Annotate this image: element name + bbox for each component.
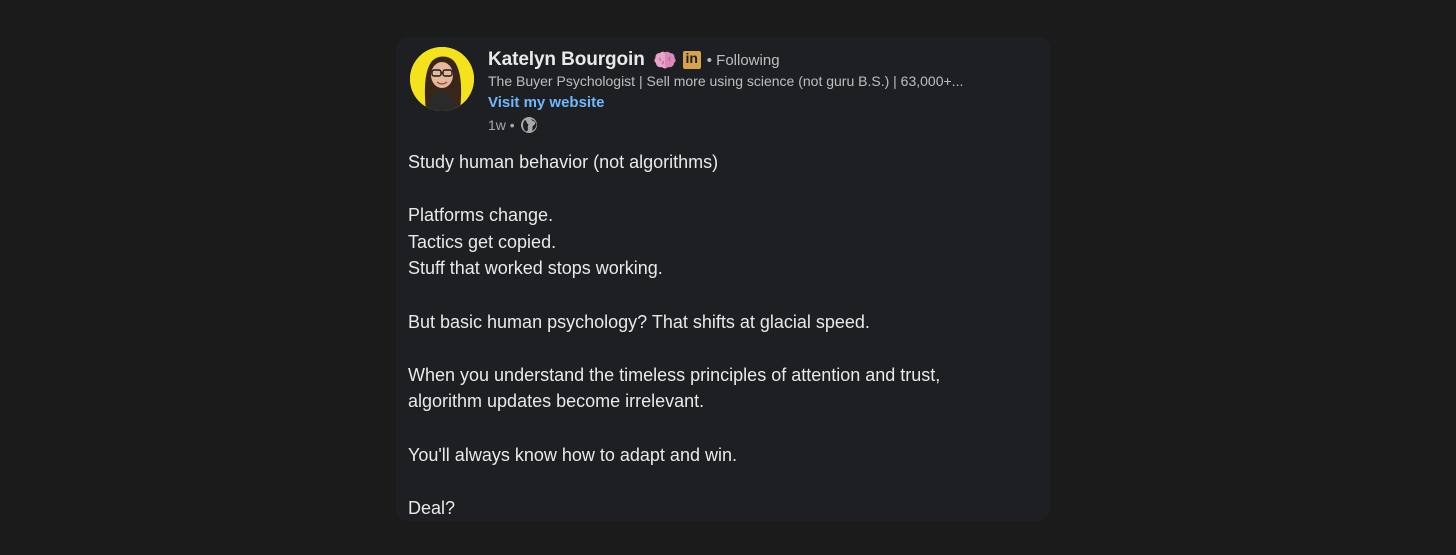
author-name[interactable]: Katelyn Bourgoin	[488, 49, 645, 71]
post-timestamp: 1w •	[488, 117, 515, 133]
post-meta: 1w •	[488, 116, 538, 134]
brain-icon	[654, 50, 676, 70]
post-line: algorithm updates become irrelevant.	[408, 391, 705, 412]
post-line: When you understand the timeless princip…	[408, 364, 941, 385]
visit-website-link[interactable]: Visit my website	[488, 94, 604, 111]
post-line	[408, 335, 1028, 362]
post-line: Stuff that worked stops working.	[408, 258, 663, 279]
following-status[interactable]: • Following	[707, 52, 780, 69]
linkedin-premium-icon: in	[682, 50, 701, 69]
post-line: You'll always know how to adapt and win.	[408, 444, 737, 465]
post-line: But basic human psychology? That shifts …	[408, 311, 870, 332]
post-card: Katelyn Bourgoin in • Following The Buye…	[396, 37, 1050, 521]
post-line: Platforms change.	[408, 205, 554, 226]
post-line: Tactics get copied.	[408, 231, 557, 252]
post-line	[408, 468, 1028, 495]
avatar-image	[410, 47, 474, 111]
post-line: Study human behavior (not algorithms)	[408, 152, 719, 172]
author-name-row: Katelyn Bourgoin in • Following	[488, 48, 780, 72]
author-headline: The Buyer Psychologist | Sell more using…	[488, 73, 964, 89]
globe-icon	[520, 116, 538, 134]
post-line	[408, 176, 1028, 203]
post-line: Deal?	[408, 497, 456, 518]
post-line	[408, 415, 1028, 442]
author-avatar[interactable]	[410, 47, 474, 111]
post-line	[408, 282, 1028, 309]
post-body: Study human behavior (not algorithms) Pl…	[408, 149, 1028, 521]
